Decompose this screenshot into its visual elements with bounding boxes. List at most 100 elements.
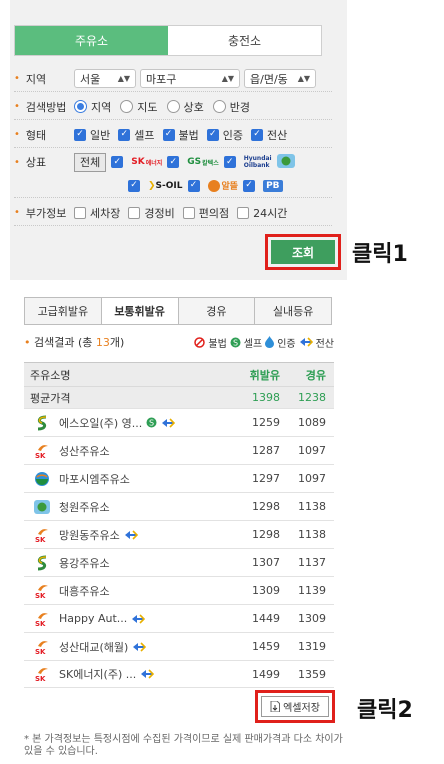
checkmark-icon: ✓ [206,128,219,141]
table-row[interactable]: SK 성산대교(해월) 1459 1319 [24,632,334,660]
check-general[interactable]: ✓ 일반 [74,127,110,143]
sk-brand-icon: SK [34,583,50,599]
svg-text:SK: SK [35,452,46,459]
station-type-tabs: 주유소 충전소 [14,25,322,56]
table-row[interactable]: SK 망원동주유소 1298 1138 [24,520,334,548]
legend: 불법 S 셀프 인증 전산 [191,335,334,350]
sigungu-select[interactable]: 마포구 ▲▼ [140,69,240,88]
check-maintenance[interactable]: 경정비 [128,205,175,221]
check-brand-gs[interactable]: ✓ [167,156,183,168]
svg-text:SK: SK [35,620,46,627]
lookup-highlight-box: 조회 [265,234,341,270]
export-highlight-box: 엑셀저장 [255,690,335,723]
station-name[interactable]: 성산주유소 [59,443,110,459]
station-name[interactable]: SK에너지(주) ... [59,666,136,682]
table-row[interactable]: SK 성산주유소 1287 1097 [24,436,334,464]
station-name[interactable]: 용강주유소 [59,555,110,571]
station-name[interactable]: Happy Aut... [59,612,127,625]
results-summary: • 검색결과 (총 13개) 불법 S 셀프 인증 전산 [24,335,334,350]
table-row[interactable]: 마포시엠주유소 1297 1097 [24,464,334,492]
lookup-button[interactable]: 조회 [271,240,335,264]
station-name[interactable]: 에스오일(주) 영... [59,415,142,431]
bullet-icon: • [14,156,20,168]
radio-name[interactable]: 상호 [166,99,204,115]
excel-export-button[interactable]: 엑셀저장 [261,696,329,717]
computerized-icon [124,529,138,540]
check-certified[interactable]: ✓ 인증 [206,127,243,143]
results-count: 13 [95,336,110,349]
annotation-click-2: 클릭2 [357,698,413,723]
svg-text:S: S [233,338,238,347]
updown-arrow-icon: ▲▼ [297,74,310,83]
station-name[interactable]: 마포시엠주유소 [59,471,130,487]
tab-kerosene[interactable]: 실내등유 [255,298,331,324]
diesel-price: 1097 [298,472,326,485]
table-row[interactable]: 용강주유소 1307 1137 [24,548,334,576]
region-label: 지역 [25,72,47,86]
check-24h[interactable]: 24시간 [237,205,287,221]
check-convenience[interactable]: 편의점 [182,205,229,221]
gasoline-price: 1449 [252,612,280,625]
checkmark-icon: ✓ [223,156,236,168]
station-name[interactable]: 대흥주유소 [59,583,110,599]
check-brand-hyundai[interactable]: ✓ [223,156,240,168]
station-name[interactable]: 성산대교(해월) [59,639,128,655]
radio-region[interactable]: 지역 [74,99,111,115]
dong-select[interactable]: 읍/면/동 ▲▼ [244,69,316,88]
tab-premium-gasoline[interactable]: 고급휘발유 [25,298,102,324]
diesel-price: 1359 [298,667,326,681]
gasoline-price: 1298 [252,528,280,541]
checkmark-icon: ✓ [167,156,180,168]
computerized-icon [161,417,176,428]
pb-logo: PB [263,179,283,192]
gasoline-price: 1298 [252,500,280,513]
radio-off-icon [166,100,180,113]
bullet-icon: • [24,336,31,349]
checkmark-icon: ✓ [187,179,200,192]
checkmark-icon: ✓ [243,179,256,192]
soil-brand-icon [34,555,50,571]
gasoline-price: 1287 [252,444,280,457]
table-row[interactable]: SK 대흥주유소 1309 1139 [24,576,334,604]
check-self[interactable]: ✓ 셀프 [118,127,155,143]
gasoline-price: 1307 [252,556,280,569]
radio-radius[interactable]: 반경 [212,99,250,115]
sk-brand-icon: SK [34,639,50,655]
check-brand-sk[interactable]: ✓ [111,156,127,168]
table-row[interactable]: 에스오일(주) 영... S 1259 1089 [24,408,334,436]
brand-all-button[interactable]: 전체 [74,152,107,172]
sk-brand-icon: SK [34,666,50,682]
average-price-row: 평균가격 1398 1238 [24,386,334,408]
svg-text:S: S [149,419,154,428]
check-carwash[interactable]: 세차장 [74,205,120,221]
radio-off-icon [120,100,134,113]
radio-off-icon [212,100,226,113]
diesel-price: 1138 [298,500,326,513]
check-brand-soil[interactable]: ✓ [128,179,144,192]
station-name[interactable]: 망원동주유소 [59,527,120,543]
tab-diesel[interactable]: 경유 [178,298,256,324]
checkmark-icon: ✓ [162,128,175,141]
updown-arrow-icon: ▲▼ [117,74,130,83]
check-brand-altteul[interactable]: ✓ [187,179,204,192]
table-row[interactable]: SK SK에너지(주) ... 1499 1359 [24,660,334,688]
table-row[interactable]: SK Happy Aut... 1449 1309 [24,604,334,632]
tab-charging-station[interactable]: 충전소 [168,26,321,55]
price-table: 주유소명 휘발유 경유 평균가격 1398 1238 에스오일(주) 영... S… [24,362,334,688]
gasoline-price: 1309 [252,584,280,597]
updown-arrow-icon: ▲▼ [221,74,234,83]
tab-gas-station[interactable]: 주유소 [15,26,168,55]
table-row[interactable]: 청원주유소 1298 1138 [24,492,334,520]
radio-map[interactable]: 지도 [120,99,158,115]
tab-regular-gasoline[interactable]: 보통휘발유 [101,298,179,324]
diesel-price: 1138 [298,528,326,541]
check-computerized[interactable]: ✓ 전산 [251,127,287,143]
check-brand-pb[interactable]: ✓ [243,179,259,192]
fuel-type-tabs: 고급휘발유 보통휘발유 경유 실내등유 [24,297,332,325]
svg-text:SK: SK [35,648,46,655]
station-name[interactable]: 청원주유소 [59,499,110,515]
sido-select[interactable]: 서울 ▲▼ [74,69,136,88]
check-illegal[interactable]: ✓ 불법 [162,127,199,143]
brand-label: 상표 [25,156,47,169]
table-header: 주유소명 휘발유 경유 [24,362,334,386]
